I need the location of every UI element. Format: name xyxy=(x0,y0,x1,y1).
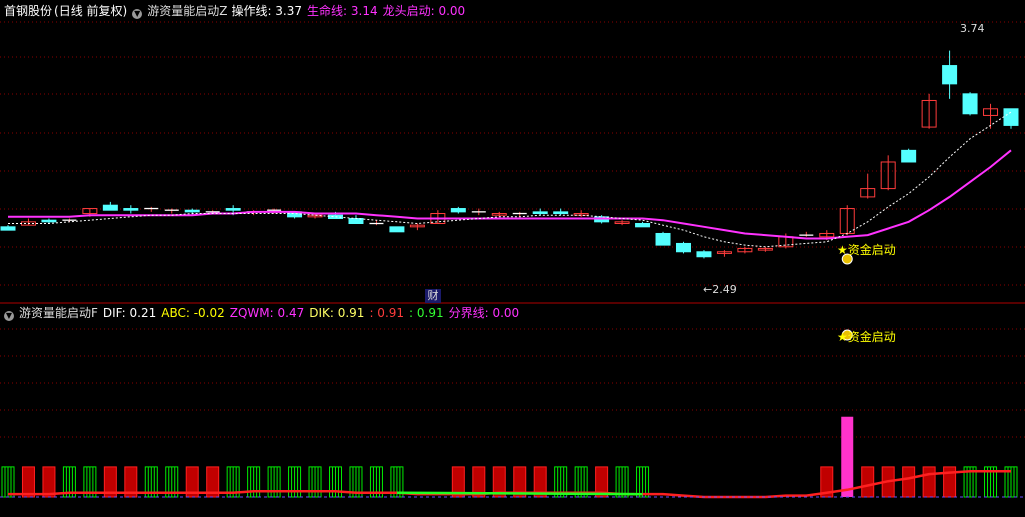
volume-bar-red xyxy=(21,466,35,498)
candle-body xyxy=(123,208,139,211)
candle-body xyxy=(225,208,241,211)
candle-body xyxy=(696,251,712,258)
dif-label: DIF: 0.21 xyxy=(102,306,157,320)
candle-body xyxy=(41,219,57,223)
main-lines-group xyxy=(8,111,1012,248)
low-price-marker: ←2.49 xyxy=(703,283,737,296)
candle-body xyxy=(553,211,569,215)
sub-indicator-name[interactable]: 游资量能启动F xyxy=(19,306,98,320)
signal-bar-pink xyxy=(841,416,854,497)
chart-canvas[interactable] xyxy=(0,0,1025,517)
dik-line-green xyxy=(396,491,643,496)
main-signal-label[interactable]: ★资金启动 xyxy=(837,241,896,258)
candle-body xyxy=(184,209,200,213)
high-price-marker: 3.74 xyxy=(960,22,985,35)
candle-body xyxy=(0,226,16,231)
cai-badge[interactable]: 财 xyxy=(425,289,441,303)
sub-panel-header: ▼ 游资量能启动F DIF: 0.21 ABC: -0.02 ZQWM: 0.47 DIK… xyxy=(4,306,524,321)
boundary-label: 分界线: 0.00 xyxy=(448,306,520,320)
candle-body xyxy=(450,208,466,213)
candle-body xyxy=(635,223,651,228)
candle-body xyxy=(962,93,978,115)
candle-body xyxy=(655,232,671,246)
main-indicator-name[interactable]: 游资量能启动Z xyxy=(147,4,227,18)
grid-lines xyxy=(0,21,1025,438)
candles-group[interactable] xyxy=(0,50,1019,259)
volume-bar-red xyxy=(42,466,56,498)
zqwm-label: ZQWM: 0.47 xyxy=(229,306,305,320)
volume-bar-red xyxy=(922,466,936,498)
abc-label: ABC: -0.02 xyxy=(161,306,225,320)
main-signal-text: 资金启动 xyxy=(847,243,896,257)
candle-body xyxy=(532,211,548,215)
dragon-label: 龙头启动: 0.00 xyxy=(382,4,466,18)
sub-signal-label[interactable]: ★资金启动 xyxy=(837,328,896,345)
star-icon: ★ xyxy=(837,243,848,257)
indicator-toggle-icon[interactable]: ▼ xyxy=(132,9,143,19)
low-price-value: 2.49 xyxy=(712,283,737,296)
green-value-label: : 0.91 xyxy=(409,306,444,320)
stock-name[interactable]: 首钢股份 xyxy=(4,4,52,18)
candle-body xyxy=(942,65,958,85)
candle-body xyxy=(901,149,917,163)
sub-indicator-toggle-icon[interactable]: ▼ xyxy=(4,311,14,321)
main-panel-header: 首钢股份 (日线 前复权) ▼ 游资量能启动Z 操作线: 3.37 生命线: 3.14 龙头… xyxy=(4,4,470,19)
red-value-label: : 0.91 xyxy=(369,306,405,320)
star-icon: ★ xyxy=(837,330,848,344)
dik-label: DIK: 0.91 xyxy=(309,306,365,320)
volume-bar-red xyxy=(902,466,916,498)
op-line xyxy=(8,111,1012,248)
period-label[interactable]: (日线 前复权) xyxy=(54,4,127,18)
op-line-label: 操作线: 3.37 xyxy=(231,4,303,18)
candle-body xyxy=(675,242,691,253)
candle-body xyxy=(102,204,118,211)
candle-body xyxy=(1003,108,1019,126)
volume-bar-red xyxy=(861,466,875,498)
life-line-label: 生命线: 3.14 xyxy=(307,4,378,18)
candle-body xyxy=(389,226,405,233)
sub-signal-text: 资金启动 xyxy=(847,330,896,344)
